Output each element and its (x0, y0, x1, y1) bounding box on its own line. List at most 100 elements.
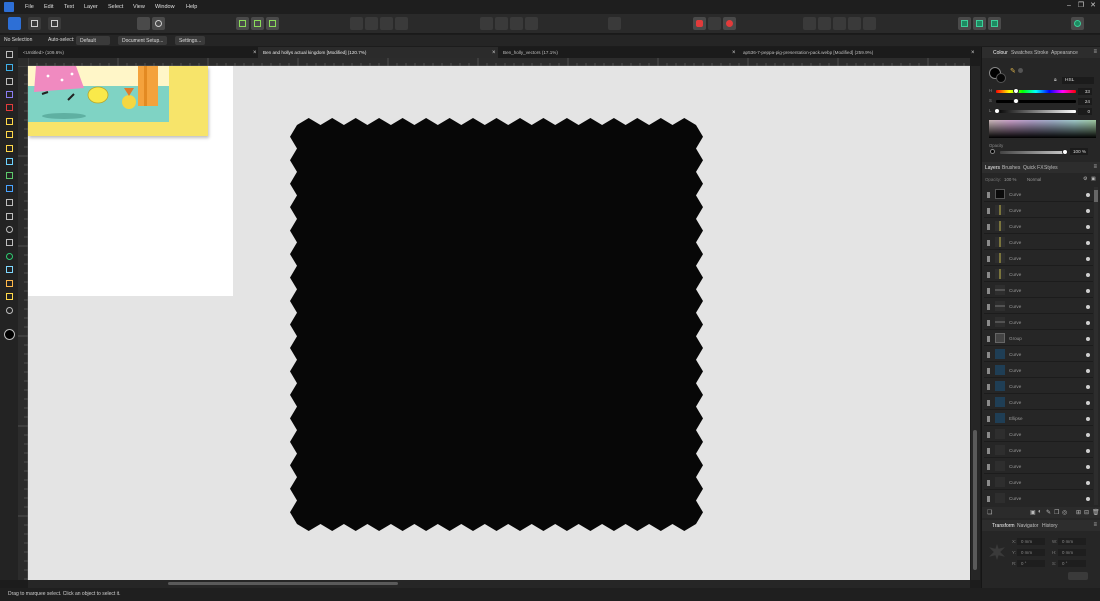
transparent-swatch-icon[interactable] (1018, 68, 1023, 73)
place-image-tool-icon[interactable] (5, 184, 14, 193)
isolate-icon[interactable] (693, 17, 706, 30)
tab-history[interactable]: History (1042, 523, 1058, 529)
hue-slider-knob[interactable] (1013, 88, 1019, 94)
visibility-icon[interactable] (1086, 496, 1090, 501)
fx-icon[interactable]: ✎ (1046, 509, 1051, 516)
x-field[interactable]: 0 mm (1017, 538, 1045, 545)
node-tool-icon[interactable] (5, 77, 14, 86)
rectangle-tool-icon[interactable] (5, 212, 14, 221)
panel-menu-icon[interactable]: ≡ (1093, 49, 1097, 55)
crop-tool-icon[interactable] (5, 198, 14, 207)
visibility-icon[interactable] (1086, 480, 1090, 485)
boolean-xor-icon[interactable] (848, 17, 861, 30)
expand-icon[interactable] (987, 272, 990, 278)
tab-ben-holly-vectors[interactable]: Ben_holly_vectors (17.1%) (498, 47, 738, 58)
boolean-subtract-icon[interactable] (818, 17, 831, 30)
expand-icon[interactable] (987, 304, 990, 310)
layer-row[interactable]: Curve (984, 315, 1093, 330)
snap-magnet-icon[interactable] (266, 17, 279, 30)
account-icon[interactable] (1071, 17, 1084, 30)
layer-row[interactable]: Curve (984, 347, 1093, 362)
tab-close-icon[interactable]: × (253, 50, 257, 56)
toggle-icon[interactable] (137, 17, 150, 30)
vertical-ruler[interactable] (18, 66, 28, 580)
minimize-icon[interactable]: – (1065, 2, 1073, 10)
vector-brush-tool-icon[interactable] (5, 279, 14, 288)
move-tool-icon[interactable] (5, 50, 14, 59)
export-persona-icon[interactable] (48, 17, 61, 30)
visibility-icon[interactable] (1086, 448, 1090, 453)
colour-model-dropdown[interactable]: HSL (1062, 77, 1094, 84)
autoselect-dropdown[interactable]: Default (76, 36, 110, 45)
layer-row[interactable]: Curve (984, 475, 1093, 490)
boolean-divide-icon[interactable] (863, 17, 876, 30)
tab-transform[interactable]: Transform (992, 523, 1015, 529)
tab-close-icon[interactable]: × (971, 50, 975, 56)
visibility-icon[interactable] (1086, 352, 1090, 357)
pixel-persona-icon[interactable] (28, 17, 41, 30)
panel-menu-icon[interactable]: ≡ (1093, 522, 1097, 528)
visibility-icon[interactable] (1086, 224, 1090, 229)
expand-icon[interactable] (987, 432, 990, 438)
arrange-front-icon[interactable] (395, 17, 408, 30)
visibility-icon[interactable] (1086, 400, 1090, 405)
visibility-icon[interactable] (1086, 192, 1090, 197)
expand-icon[interactable] (987, 224, 990, 230)
artboard-tool-icon[interactable] (5, 63, 14, 72)
menu-select[interactable]: Select (108, 4, 123, 10)
arrange-back-icon[interactable] (350, 17, 363, 30)
zigzag-square-shape[interactable] (290, 118, 703, 531)
visibility-icon[interactable] (1086, 464, 1090, 469)
group-icon[interactable]: ❐ (1054, 509, 1059, 516)
expand-icon[interactable] (987, 448, 990, 454)
tab-navigator[interactable]: Navigator (1017, 523, 1038, 529)
transform-units-dropdown[interactable] (1068, 572, 1088, 580)
layer-row[interactable]: Curve (984, 235, 1093, 250)
expand-icon[interactable] (987, 288, 990, 294)
tab-close-icon[interactable]: × (492, 50, 496, 56)
mask-icon[interactable]: ▣ (1030, 509, 1036, 516)
visibility-icon[interactable] (1086, 208, 1090, 213)
colour-field[interactable] (989, 120, 1096, 138)
hue-slider[interactable] (996, 90, 1076, 93)
layer-row[interactable]: Curve (984, 379, 1093, 394)
expand-icon[interactable] (987, 352, 990, 358)
rotation-field[interactable]: 0 ° (1017, 560, 1045, 567)
menu-window[interactable]: Window (155, 4, 175, 10)
layer-opacity-value[interactable]: 100 % (1004, 177, 1016, 182)
tab-stroke[interactable]: Stroke (1034, 50, 1048, 56)
eyedropper-tool-icon[interactable] (5, 292, 14, 301)
tab-untitled[interactable]: <Untitled> (109.6%) (18, 47, 262, 58)
expand-icon[interactable] (987, 192, 990, 198)
visibility-icon[interactable] (1086, 240, 1090, 245)
align-right-icon[interactable] (510, 17, 523, 30)
opacity-slider-knob[interactable] (1062, 149, 1068, 155)
settings-gear-icon[interactable] (152, 17, 165, 30)
text-tool-icon[interactable] (5, 265, 14, 274)
y-field[interactable]: 0 mm (1017, 549, 1045, 556)
vertical-scroll-thumb[interactable] (973, 430, 977, 570)
layer-row[interactable]: Curve (984, 187, 1093, 202)
hide-icon[interactable]: ◎ (1062, 509, 1067, 516)
h-field[interactable]: 0 mm (1058, 549, 1086, 556)
layer-row[interactable]: Curve (984, 427, 1093, 442)
blend-mode-dropdown[interactable]: Normal (1027, 177, 1041, 182)
affinity-logo-icon[interactable] (4, 2, 14, 12)
eyedropper-icon[interactable]: ✎ (1010, 67, 1016, 75)
w-field[interactable]: 0 mm (1058, 538, 1086, 545)
expand-icon[interactable] (987, 496, 990, 502)
layer-row[interactable]: Curve (984, 251, 1093, 266)
boolean-icon[interactable] (723, 17, 736, 30)
settings-button[interactable]: Settings... (175, 36, 206, 45)
pen-tool-icon[interactable] (5, 117, 14, 126)
assistant-options-icon[interactable] (973, 17, 986, 30)
expand-icon[interactable] (987, 240, 990, 246)
expand-icon[interactable] (987, 208, 990, 214)
tab-appearance[interactable]: Appearance (1051, 50, 1078, 56)
opacity-value[interactable]: 100 % (1070, 148, 1088, 155)
pencil-tool-icon[interactable] (5, 130, 14, 139)
tab-close-icon[interactable]: × (732, 50, 736, 56)
align-top-icon[interactable] (525, 17, 538, 30)
layer-row[interactable]: Curve (984, 283, 1093, 298)
saturation-slider[interactable] (996, 100, 1076, 103)
